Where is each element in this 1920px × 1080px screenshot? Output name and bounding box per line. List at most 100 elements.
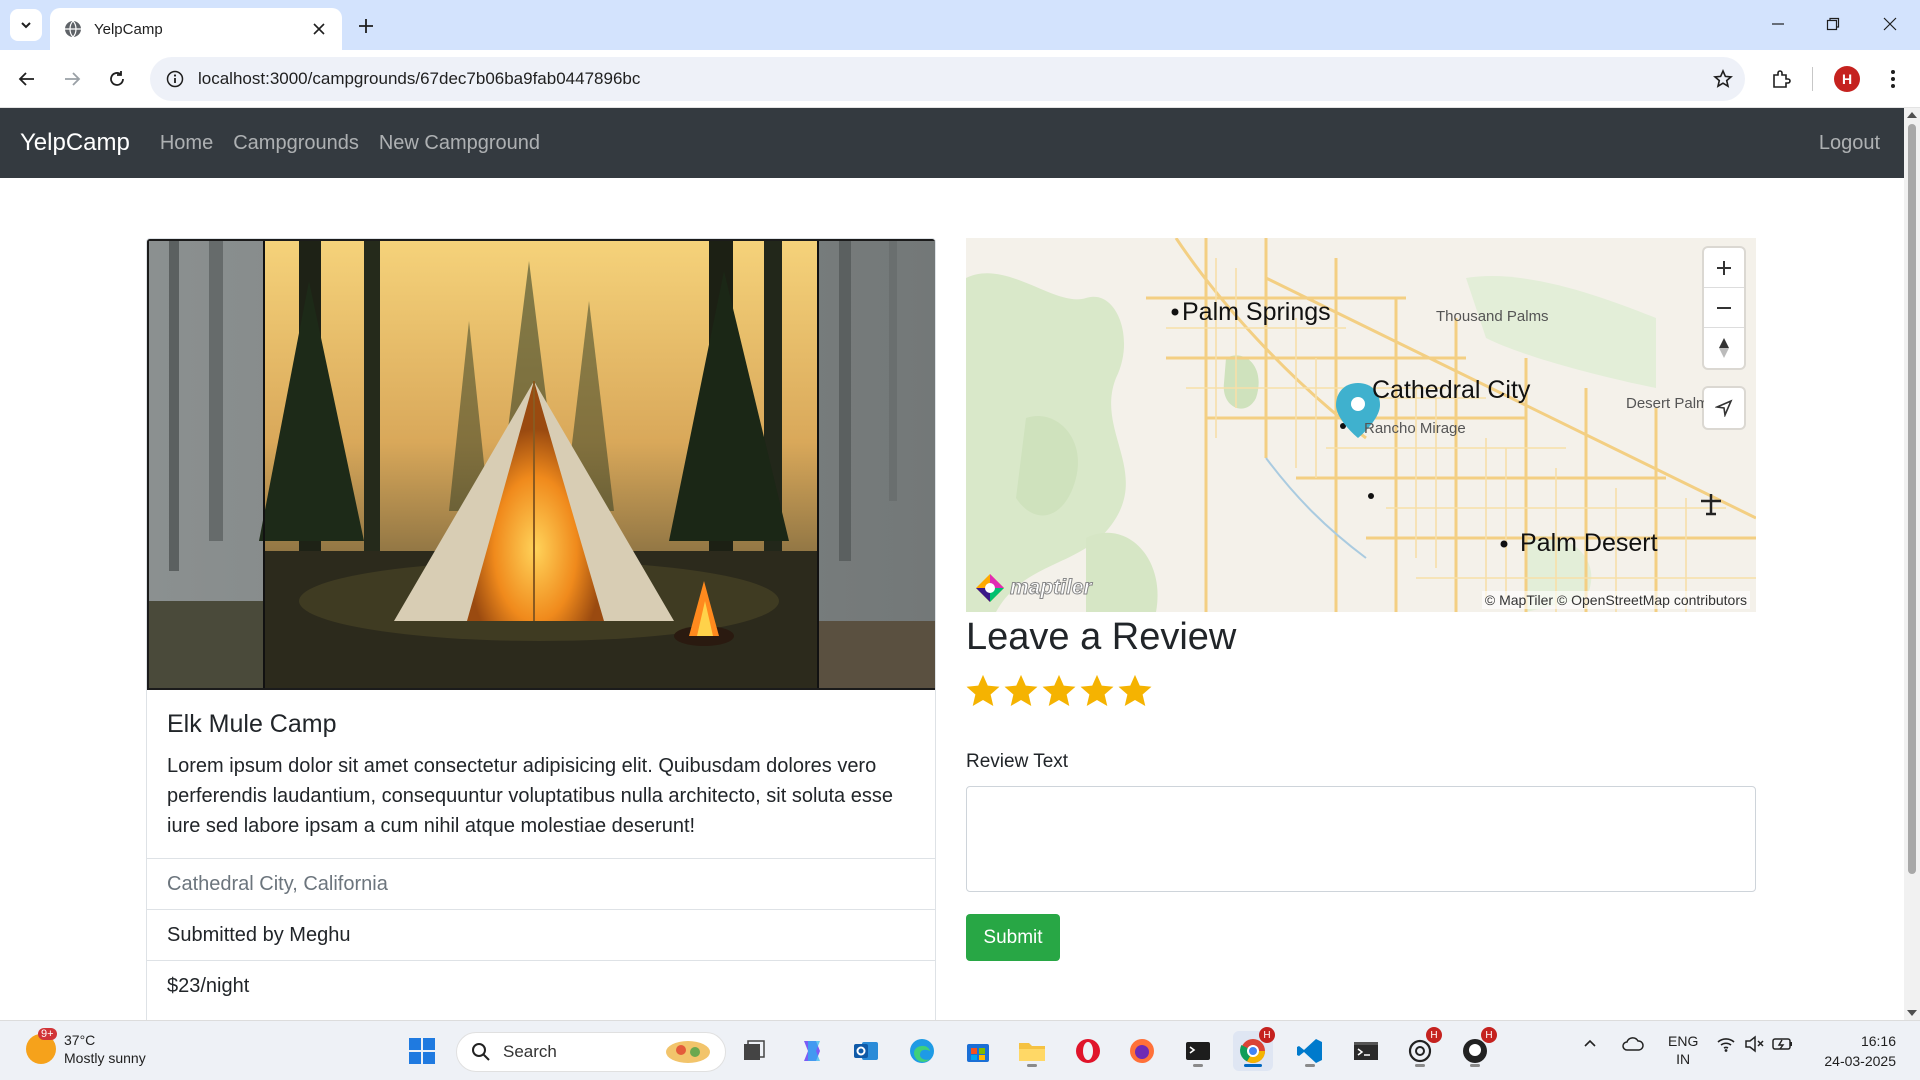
running-indicator (1193, 1064, 1203, 1067)
campground-map[interactable]: Palm Springs Thousand Palms Cathedral Ci… (966, 238, 1756, 612)
back-button[interactable] (10, 62, 44, 96)
search-highlight-icon (666, 1041, 710, 1063)
edge-app[interactable] (902, 1031, 942, 1071)
browser-menu-button[interactable] (1876, 62, 1910, 96)
review-text-input[interactable] (966, 786, 1756, 892)
map-label-desert-palms: Desert Palms (1626, 395, 1717, 412)
kebab-menu-icon (1891, 70, 1895, 88)
close-icon (1883, 17, 1897, 31)
scroll-up-arrow-icon[interactable] (1907, 112, 1917, 118)
page-scrollbar[interactable] (1904, 108, 1920, 1020)
outlook-app[interactable] (846, 1031, 886, 1071)
navbar-brand[interactable]: YelpCamp (20, 129, 130, 157)
scroll-down-arrow-icon[interactable] (1907, 1010, 1917, 1016)
region-code: IN (1676, 1051, 1691, 1067)
page-viewport: YelpCamp Home Campgrounds New Campground… (0, 108, 1904, 1020)
tab-strip: YelpCamp (0, 0, 1920, 50)
nav-link-logout[interactable]: Logout (1819, 132, 1880, 155)
volume-tray[interactable] (1744, 1035, 1764, 1056)
weather-description: Mostly sunny (64, 1050, 146, 1066)
star-icon[interactable] (1116, 672, 1154, 710)
onedrive-tray[interactable] (1622, 1035, 1644, 1056)
minimize-button[interactable] (1760, 8, 1796, 40)
nav-link-home[interactable]: Home (160, 132, 213, 155)
vscode-app[interactable] (1290, 1031, 1330, 1071)
bookmark-star-icon[interactable] (1713, 69, 1733, 89)
restore-button[interactable] (1815, 8, 1851, 40)
outlook-icon (854, 1042, 878, 1060)
file-explorer-app[interactable] (1012, 1031, 1052, 1071)
close-window-button[interactable] (1872, 8, 1908, 40)
nav-link-campgrounds[interactable]: Campgrounds (233, 132, 359, 155)
avatar: H (1834, 66, 1860, 92)
site-navbar: YelpCamp Home Campgrounds New Campground… (0, 108, 1904, 178)
puzzle-icon (1773, 70, 1791, 88)
opera-app[interactable] (1068, 1031, 1108, 1071)
star-rating[interactable] (964, 672, 1154, 710)
weather-widget[interactable]: 9+ 37°C Mostly sunny (26, 1028, 146, 1067)
maptiler-logo[interactable]: maptiler (974, 572, 1092, 604)
active-tab[interactable]: YelpCamp (50, 8, 342, 50)
site-info-icon[interactable] (166, 70, 184, 88)
profile-button[interactable]: H (1830, 62, 1864, 96)
nav-link-new-campground[interactable]: New Campground (379, 132, 540, 155)
chatgpt-app[interactable]: H (1400, 1027, 1442, 1071)
wifi-tray[interactable] (1716, 1035, 1736, 1056)
map-geolocate-button[interactable] (1704, 388, 1744, 428)
map-zoom-out-button[interactable] (1704, 288, 1744, 328)
star-icon[interactable] (964, 672, 1002, 710)
windows-logo-icon (409, 1038, 435, 1064)
map-attribution[interactable]: © MapTiler © OpenStreetMap contributors (1481, 591, 1750, 609)
map-compass-button[interactable] (1704, 328, 1744, 368)
globe-icon (65, 20, 81, 38)
campground-image-carousel[interactable] (147, 239, 935, 690)
clock-date: 24-03-2025 (1824, 1053, 1896, 1069)
tab-search-button[interactable] (10, 9, 42, 41)
terminal-app[interactable] (1178, 1031, 1218, 1071)
language-indicator[interactable]: ENG IN (1668, 1032, 1698, 1068)
forward-button[interactable] (55, 62, 89, 96)
battery-tray[interactable] (1772, 1035, 1794, 1056)
active-indicator (1244, 1064, 1262, 1067)
navigation-arrow-icon (1715, 399, 1733, 417)
sunny-weather-icon: 9+ (26, 1028, 57, 1064)
campground-author: Submitted by Meghu (147, 909, 935, 960)
map-zoom-in-button[interactable] (1704, 248, 1744, 288)
restore-icon (1826, 17, 1840, 31)
url-text[interactable]: localhost:3000/campgrounds/67dec7b06ba9f… (198, 69, 1713, 89)
command-prompt-app[interactable] (1346, 1031, 1386, 1071)
cloud-icon (1622, 1037, 1644, 1051)
star-icon[interactable] (1040, 672, 1078, 710)
arrow-right-icon (65, 72, 81, 86)
extensions-button[interactable] (1764, 62, 1798, 96)
reload-button[interactable] (100, 62, 134, 96)
github-app[interactable]: H (1455, 1027, 1497, 1071)
copilot-app[interactable] (792, 1031, 832, 1071)
reload-icon (110, 71, 124, 86)
star-icon[interactable] (1078, 672, 1116, 710)
firefox-app[interactable] (1122, 1031, 1162, 1071)
close-tab-icon[interactable] (308, 18, 330, 40)
chrome-app[interactable]: H (1233, 1027, 1275, 1071)
submit-review-button[interactable]: Submit (966, 914, 1060, 961)
copilot-icon (804, 1041, 820, 1061)
show-hidden-icons-button[interactable] (1582, 1035, 1598, 1054)
map-label-palm-desert: Palm Desert (1520, 529, 1658, 557)
scrollbar-thumb[interactable] (1908, 124, 1916, 874)
system-clock[interactable]: 16:16 24-03-2025 (1824, 1031, 1896, 1071)
toolbar-divider (1812, 67, 1813, 91)
store-icon (967, 1044, 989, 1062)
review-text-label: Review Text (966, 751, 1069, 772)
new-tab-button[interactable] (352, 12, 380, 40)
github-profile-badge: H (1481, 1027, 1497, 1043)
task-view-button[interactable] (735, 1031, 775, 1071)
address-bar[interactable]: localhost:3000/campgrounds/67dec7b06ba9f… (150, 57, 1745, 101)
start-button[interactable] (402, 1031, 442, 1071)
microsoft-store-app[interactable] (958, 1031, 998, 1071)
minus-icon (1717, 306, 1731, 309)
windows-taskbar: 9+ 37°C Mostly sunny Search H H H ENG IN… (0, 1020, 1920, 1080)
running-indicator (1305, 1064, 1315, 1067)
taskbar-search[interactable]: Search (456, 1032, 726, 1072)
star-icon[interactable] (1002, 672, 1040, 710)
campground-photo (149, 241, 935, 688)
